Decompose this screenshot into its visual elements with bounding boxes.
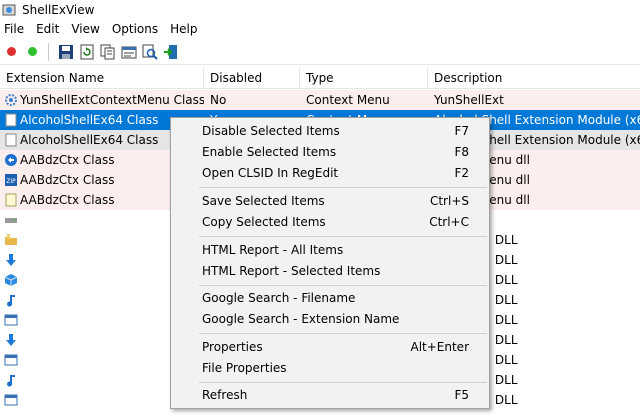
context-menu-item-properties[interactable]: Properties Alt+Enter [171, 337, 489, 358]
column-header-type[interactable]: Type [300, 68, 428, 89]
context-menu-item-save-selected[interactable]: Save Selected Items Ctrl+S [171, 191, 489, 212]
menu-item-shortcut: F8 [454, 145, 469, 159]
menu-help[interactable]: Help [164, 20, 203, 39]
context-menu-item-html-report-all[interactable]: HTML Report - All Items [171, 240, 489, 261]
list-header: Extension Name Disabled Type Description [0, 68, 640, 89]
cube-icon [4, 274, 18, 286]
svg-text:ZIP: ZIP [6, 178, 16, 185]
context-menu-item-google-filename[interactable]: Google Search - Filename [171, 288, 489, 309]
page-icon [5, 193, 17, 207]
menu-item-shortcut: Ctrl+C [429, 215, 469, 229]
menu-item-shortcut: Ctrl+S [429, 194, 469, 208]
menu-separator [199, 382, 487, 383]
window-icon [4, 314, 18, 326]
find-button[interactable] [140, 42, 160, 62]
menu-item-shortcut: F2 [454, 166, 469, 180]
menu-options[interactable]: Options [106, 20, 164, 39]
context-menu-item-refresh[interactable]: Refresh F5 [171, 385, 489, 406]
drive-icon [5, 218, 17, 223]
shellexview-app-icon [2, 3, 16, 17]
page-icon [5, 113, 17, 127]
menu-item-label: Refresh [202, 388, 248, 402]
row-disabled: No [210, 93, 227, 107]
magnifier-icon [142, 44, 158, 60]
menu-item-shortcut: Alt+Enter [410, 340, 469, 354]
menu-item-label: Enable Selected Items [202, 145, 337, 159]
properties-button[interactable] [119, 42, 139, 62]
menu-item-label: File Properties [202, 361, 287, 375]
folder-icon [5, 234, 17, 245]
window-title: ShellExView [22, 3, 95, 17]
properties-icon [121, 46, 137, 58]
menu-view[interactable]: View [65, 20, 105, 39]
toolbar-separator [48, 42, 49, 61]
exit-button[interactable] [161, 42, 181, 62]
context-menu-item-file-properties[interactable]: File Properties [171, 358, 489, 379]
red-dot-icon [6, 47, 16, 56]
window-icon [4, 394, 18, 406]
menu-item-label: Properties [202, 340, 263, 354]
save-button[interactable] [56, 42, 76, 62]
row-description: YunShellExt [434, 93, 504, 107]
disable-selected-button[interactable] [1, 42, 21, 62]
column-header-description[interactable]: Description [428, 68, 640, 89]
context-menu-item-disable-selected[interactable]: Disable Selected Items F7 [171, 121, 489, 142]
page-icon [5, 133, 17, 147]
window-icon [4, 354, 18, 366]
title-bar: ShellExView [0, 0, 640, 20]
context-menu-item-google-extension-name[interactable]: Google Search - Extension Name [171, 309, 489, 330]
table-row[interactable]: YunShellExtContextMenu Class No Context … [0, 90, 640, 110]
refresh-icon [80, 44, 94, 59]
menu-item-shortcut: F5 [454, 388, 469, 402]
menu-edit[interactable]: Edit [30, 20, 65, 39]
row-type: Context Menu [306, 93, 390, 107]
menu-item-label: HTML Report - Selected Items [202, 264, 381, 278]
menu-separator [199, 333, 487, 334]
context-menu-item-html-report-selected[interactable]: HTML Report - Selected Items [171, 261, 489, 282]
menu-separator [199, 187, 487, 188]
menu-item-label: Google Search - Extension Name [202, 312, 400, 326]
menu-file[interactable]: File [0, 20, 30, 39]
column-header-extension-name[interactable]: Extension Name [0, 68, 204, 89]
download-arrow-icon [6, 334, 16, 346]
row-name: YunShellExtContextMenu Class [20, 93, 204, 107]
zip-icon: ZIP [5, 174, 17, 186]
music-note-icon [7, 375, 15, 387]
toolbar [0, 39, 640, 65]
floppy-disk-icon [59, 44, 73, 59]
green-dot-icon [27, 47, 37, 56]
menu-item-label: Disable Selected Items [202, 124, 340, 138]
menu-item-shortcut: F7 [454, 124, 469, 138]
copy-button[interactable] [98, 42, 118, 62]
menu-item-label: HTML Report - All Items [202, 243, 344, 257]
menu-item-label: Open CLSID In RegEdit [202, 166, 339, 180]
context-menu-item-enable-selected[interactable]: Enable Selected Items F8 [171, 142, 489, 163]
menu-item-label: Save Selected Items [202, 194, 325, 208]
context-menu-item-copy-selected[interactable]: Copy Selected Items Ctrl+C [171, 212, 489, 233]
music-note-icon [7, 295, 15, 307]
enable-selected-button[interactable] [22, 42, 42, 62]
context-menu-item-open-clsid[interactable]: Open CLSID In RegEdit F2 [171, 163, 489, 184]
menu-separator [199, 236, 487, 237]
reload-button[interactable] [77, 42, 97, 62]
menu-bar: File Edit View Options Help [0, 20, 640, 39]
menu-item-label: Copy Selected Items [202, 215, 326, 229]
menu-item-label: Google Search - Filename [202, 291, 356, 305]
column-header-disabled[interactable]: Disabled [204, 68, 300, 89]
context-menu: Disable Selected Items F7 Enable Selecte… [170, 117, 490, 409]
gear-icon [5, 94, 17, 106]
menu-separator [199, 285, 487, 286]
copy-icon [100, 44, 115, 59]
exit-door-icon [164, 44, 177, 59]
download-arrow-icon [6, 254, 16, 266]
blue-circle-icon [5, 154, 17, 166]
